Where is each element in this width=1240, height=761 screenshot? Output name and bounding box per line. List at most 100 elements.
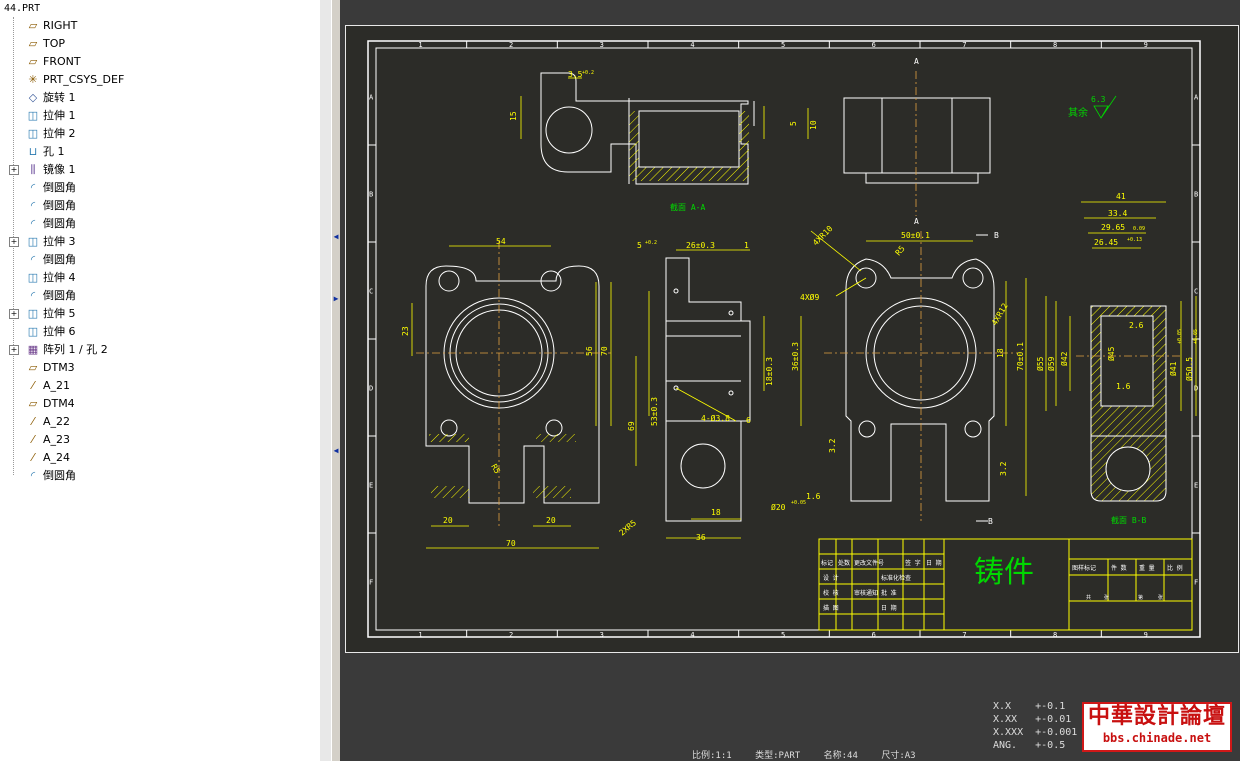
dim-3-2-left: 3.2 [828,438,837,453]
zone-number: 8 [1053,631,1057,639]
dim-18-right: 18 [996,348,1005,358]
collapse-left-arrow-icon[interactable]: ◀ [333,232,339,241]
zone-number: 9 [1144,41,1148,49]
drawing-canvas[interactable]: 112233445566778899AABBCCDDEEFF 截面 A-A A … [340,0,1240,761]
status-type: 类型:PART [755,751,801,761]
tolerance-row: X.XXX +-0.001 [993,727,1078,738]
dim-r5-top: R5 [894,244,907,257]
section-mark-b-bottom: B [988,517,993,526]
dim-26-45-tol: +0.13 [1127,237,1142,243]
zone-letter: F [369,579,373,587]
dim-r5: R5 [489,463,502,476]
dim-29-65: 29.65 [1101,223,1125,232]
extrude-icon: ◫ [27,127,39,140]
tree-item-label: 倒圆角 [43,181,76,194]
datum-plane-icon: ▱ [28,19,38,32]
tree-item-label: 孔 1 [43,145,65,158]
tree-item-label: 拉伸 1 [43,109,76,122]
dim-3-2-right: 3.2 [999,461,1008,476]
top-view [845,258,995,502]
zone-ticks: 112233445566778899A AB BC CD DE EF F [368,41,1200,639]
expand-right-arrow-icon[interactable]: ▶ [333,294,339,303]
section-aa-label: 截面 A-A [670,202,705,212]
dim-2-6: 2.6 [1129,321,1144,330]
dim-d42: Ø42 [1059,351,1069,366]
title-block-cell: 批 准 [881,589,897,597]
dim-5-side-tol: +0.2 [645,240,657,246]
zone-number: 4 [690,631,694,639]
title-block-cell: 标准化检查 [881,574,911,582]
tree-item-label: 旋转 1 [43,91,76,104]
dim-3-5: 3.5 [568,70,583,79]
zone-number: 2 [509,41,513,49]
dim-d59: Ø59 [1046,356,1056,371]
surface-finish-value: 6.3 [1091,95,1106,104]
expand-toggle-icon[interactable]: + [9,165,19,175]
expand-toggle-icon[interactable]: + [9,345,19,355]
tree-item-label: 倒圆角 [43,199,76,212]
model-tree[interactable]: 44.PRT ▱ RIGHT ▱ TOP ▱ FRONT ✳ PRT_CSYS_DEF ◇ 旋转 … [0,0,321,761]
tree-item-label: A_23 [43,433,71,446]
title-block-cell: 描 图 [823,604,839,612]
dim-20-left: 20 [443,516,453,525]
zone-number: 7 [962,631,966,639]
zone-number: 9 [1144,631,1148,639]
section-bb-label: 截面 B-B [1111,515,1146,525]
extrude-icon: ◫ [27,235,39,248]
status-size: 尺寸:A3 [881,751,916,761]
round-icon: ◜ [30,289,36,302]
part-name-title: 铸件 [974,555,1034,590]
dim-d50-5-tol: +0.05 [1193,329,1199,344]
datum-plane-icon: ▱ [28,55,38,68]
collapse-left-arrow-icon-2[interactable]: ◀ [333,446,339,455]
tolerance-row: X.X +-0.1 [993,701,1066,712]
tree-item-label: DTM3 [43,361,75,374]
drawing-svg: 112233445566778899A AB BC CD DE EF F 截面 A-A A … [367,40,1201,639]
section-mark-a-bottom: A [914,217,919,226]
section-mark-b-top: B [994,231,999,240]
tree-item-label: 拉伸 6 [43,325,76,338]
model-tree-root[interactable]: 44.PRT [4,1,40,17]
zone-letter: F [1194,579,1198,587]
title-block-cell: 审核通知 [854,589,878,597]
dim-53: 53±0.3 [650,397,659,426]
drawing-sheet[interactable]: 112233445566778899AABBCCDDEEFF 截面 A-A A … [345,25,1239,653]
coordinate-system-icon: ✳ [28,73,38,86]
watermark-logo: 中華設計論壇 bbs.chinade.net [1082,702,1232,752]
section-aa-view [540,72,755,185]
dim-50: 50±0.1 [901,231,930,240]
dim-1-6-side: 1.6 [806,492,821,501]
tree-item-label: A_21 [43,379,71,392]
round-icon: ◜ [30,469,36,482]
dim-56: 56 [585,346,594,356]
extrude-icon: ◫ [27,109,39,122]
dim-5: 5 [789,121,798,126]
dim-33-4: 33.4 [1108,209,1127,218]
dim-26: 26±0.3 [686,241,715,250]
expand-toggle-icon[interactable]: + [9,237,19,247]
datum-plane-icon: ▱ [28,37,38,50]
zone-letter: E [1194,482,1198,490]
tree-item-label: A_22 [43,415,71,428]
title-block-sheet-cell: 张 [1104,594,1109,601]
side-view-dims [635,249,802,539]
title-block-sheet-cell: 第 [1138,594,1143,601]
status-scale: 比例:1:1 [692,751,732,761]
zone-letter: A [369,94,374,102]
watermark-url: bbs.chinade.net [1102,731,1212,745]
zone-number: 1 [418,41,422,49]
dim-26-45: 26.45 [1094,238,1118,247]
dim-20-right: 20 [546,516,556,525]
dim-5-side: 5 [637,241,642,250]
dim-1: 1 [744,241,749,250]
title-block-cell: 设 计 [823,574,839,582]
title-block-header-right: 重 量 [1139,564,1155,572]
section-aa-side-view [843,97,991,184]
dim-41: 41 [1116,192,1126,201]
dim-36-vertical: 36±0.3 [791,342,800,371]
dim-3-5-tol: +0.2 [582,70,594,76]
title-block-header: 更改文件号 [854,559,884,567]
dim-d20: Ø20 [771,502,786,512]
zone-letter: C [1194,288,1198,296]
expand-toggle-icon[interactable]: + [9,309,19,319]
